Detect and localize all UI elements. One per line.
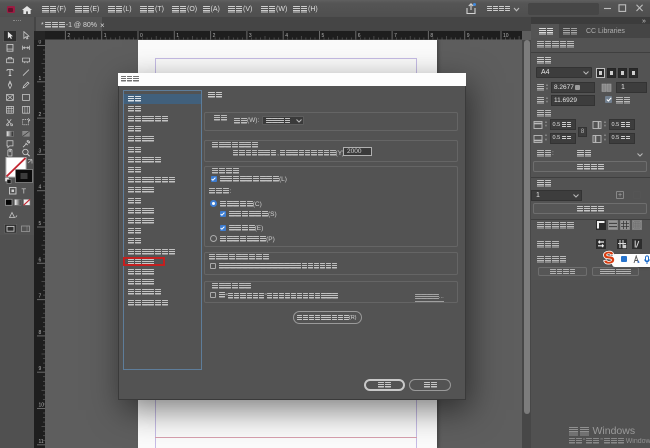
svg-text:0: 0 (39, 40, 42, 46)
svg-text:10: 10 (503, 33, 509, 39)
svg-text:11: 11 (39, 438, 44, 444)
svg-text:S: S (602, 248, 616, 268)
svg-text:8: 8 (39, 329, 42, 335)
svg-text:1: 1 (39, 75, 42, 81)
svg-text:10: 10 (39, 402, 45, 408)
svg-text:3: 3 (39, 148, 42, 154)
svg-text:4: 4 (39, 184, 42, 190)
svg-text:T: T (22, 187, 27, 196)
svg-text:2: 2 (39, 112, 42, 118)
svg-text:9: 9 (39, 366, 42, 372)
svg-text:7: 7 (39, 293, 42, 299)
svg-text:6: 6 (39, 257, 42, 263)
svg-text:5: 5 (39, 221, 42, 227)
